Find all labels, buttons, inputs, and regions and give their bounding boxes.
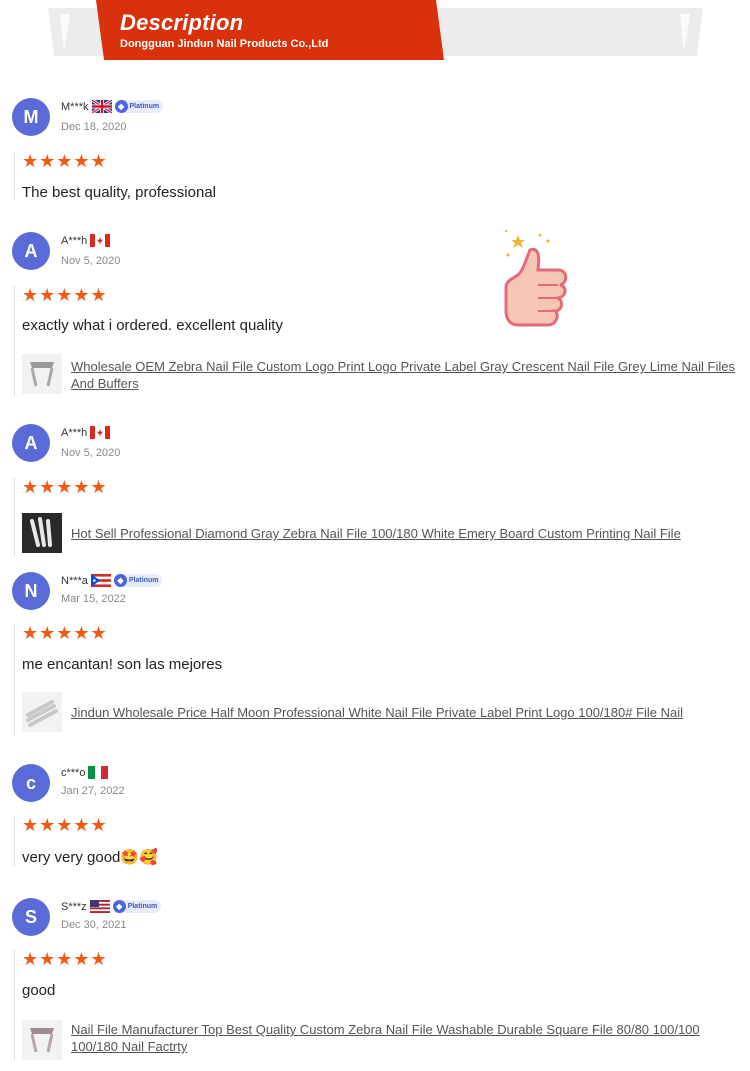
reviewer-name-row: N***a ◆ Platinum [61,574,163,587]
avatar: A [12,424,50,462]
diamond-icon: ◆ [113,574,127,587]
avatar: c [12,764,50,802]
banner-subtitle: Dongguan Jindun Nail Products Co.,Ltd [120,38,329,50]
badge-label: Platinum [129,103,160,110]
review-text: The best quality, professional [22,184,216,201]
review-divider [14,624,15,736]
reviewer-name: A***h [61,234,88,247]
thumbs-up-icon [504,229,568,327]
product-thumbnail[interactable] [22,354,62,394]
review-item: S S***z ◆ Platinum Dec 30, 2021 ★★★★★ goo… [0,896,750,1066]
review-text: me encantan! son las mejores [22,656,223,673]
star-rating: ★★★★★ [22,151,108,171]
product-link[interactable]: Hot Sell Professional Diamond Gray Zebra… [71,525,741,542]
diamond-icon: ◆ [114,100,128,113]
product-link[interactable]: Nail File Manufacturer Top Best Quality … [71,1021,741,1055]
reviewer-name: N***a [61,574,88,587]
star-rating: ★★★★★ [22,815,108,835]
canada-flag-icon [90,426,111,439]
platinum-badge: ◆ Platinum [112,900,162,913]
review-date: Dec 18, 2020 [61,121,127,133]
avatar: N [12,572,50,610]
review-date: Dec 30, 2021 [61,919,127,931]
review-divider [14,286,15,396]
product-link[interactable]: Jindun Wholesale Price Half Moon Profess… [71,704,741,721]
banner-title: Description [120,10,244,35]
review-date: Jan 27, 2022 [61,785,125,797]
star-rating: ★★★★★ [22,949,108,969]
review-date: Nov 5, 2020 [61,255,121,267]
product-thumbnail[interactable] [22,1020,62,1060]
review-text: good [22,982,56,999]
review-text: very very good🤩🥰 [22,849,158,866]
review-item: N N***a ◆ Platinum Mar 15, 2022 ★★★★★ me … [0,570,750,740]
reviewer-name: M***k [61,100,89,113]
reviewer-name-row: A***h [61,234,111,247]
review-divider [14,152,15,200]
product-thumbnail[interactable] [22,692,62,732]
platinum-badge: ◆ Platinum [113,574,163,587]
reviewer-name-row: M***k ◆ Platinum [61,100,164,113]
review-item: c c***o Jan 27, 2022 ★★★★★ very very goo… [0,762,750,872]
product-link[interactable]: Wholesale OEM Zebra Nail File Custom Log… [71,358,741,392]
review-text: exactly what i ordered. excellent qualit… [22,317,283,334]
uk-flag-icon [91,100,112,113]
italy-flag-icon [88,766,109,779]
platinum-badge: ◆ Platinum [114,100,164,113]
badge-label: Platinum [128,577,159,584]
review-item: A A***h Nov 5, 2020 ★★★★★ Hot Sell Profe… [0,422,750,557]
review-item: M M***k ◆ Platinum Dec 18, 2020 ★★★★★ The… [0,96,750,206]
puerto-rico-flag-icon [90,574,111,587]
reviewer-name: S***z [61,900,87,913]
avatar: M [12,98,50,136]
review-item: A A***h Nov 5, 2020 ★★★★★ exactly what i… [0,230,750,400]
avatar: S [12,898,50,936]
banner-background [48,0,703,60]
canada-flag-icon [90,234,111,247]
star-rating: ★★★★★ [22,477,108,497]
avatar: A [12,232,50,270]
reviewer-name: A***h [61,426,88,439]
reviewer-name-row: A***h [61,426,111,439]
badge-label: Platinum [127,903,158,910]
reviewer-name: c***o [61,766,86,779]
reviewer-name-row: S***z ◆ Platinum [61,900,162,913]
review-divider [14,950,15,1060]
description-banner: Description Dongguan Jindun Nail Product… [0,0,750,64]
usa-flag-icon [89,900,110,913]
reviewer-name-row: c***o [61,766,109,779]
review-date: Nov 5, 2020 [61,447,121,459]
star-rating: ★★★★★ [22,623,108,643]
product-thumbnail[interactable] [22,513,62,553]
review-date: Mar 15, 2022 [61,593,126,605]
review-divider [14,478,15,556]
review-divider [14,816,15,866]
diamond-icon: ◆ [112,900,126,913]
star-rating: ★★★★★ [22,285,108,305]
